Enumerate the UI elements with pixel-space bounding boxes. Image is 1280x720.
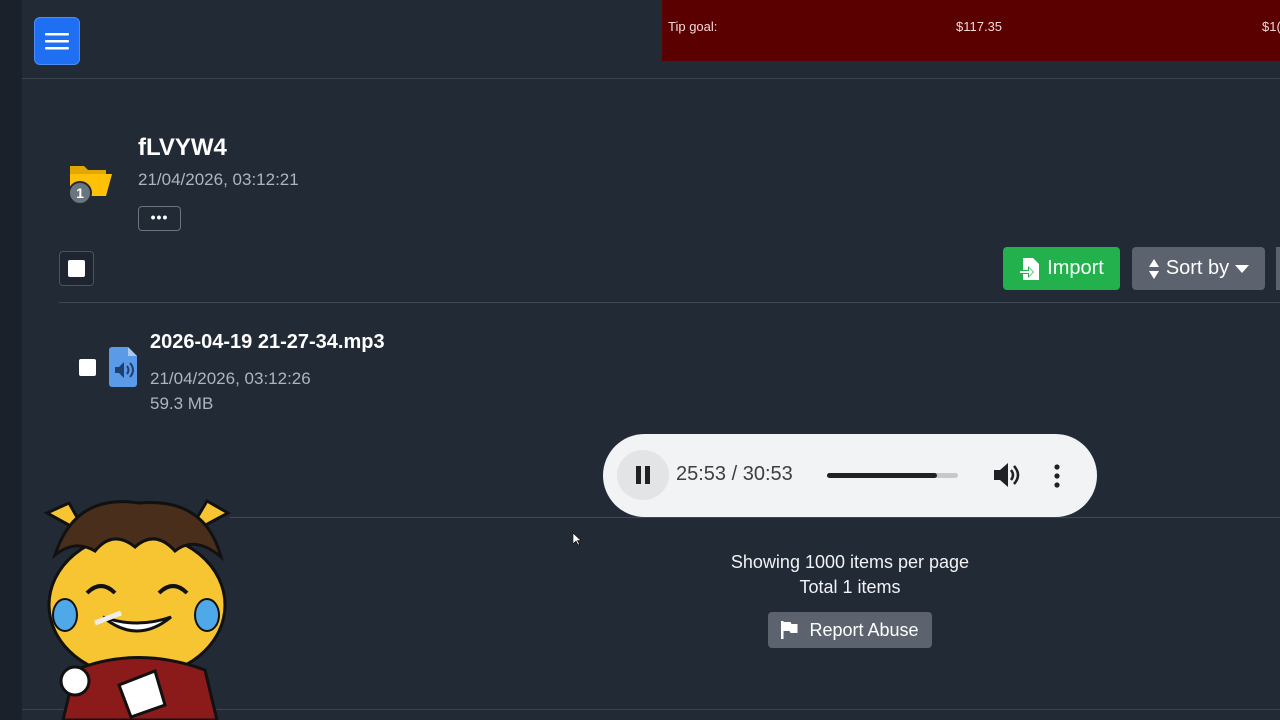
caret-down-icon xyxy=(1235,264,1250,273)
pause-icon xyxy=(636,466,650,484)
hamburger-menu-icon xyxy=(45,33,69,50)
sort-by-button[interactable]: Sort by xyxy=(1132,247,1265,290)
report-abuse-label: Report Abuse xyxy=(809,619,919,640)
section-divider xyxy=(59,302,1280,303)
tip-goal-target: $1( xyxy=(1262,19,1280,34)
select-all-checkbox[interactable] xyxy=(59,251,94,286)
sort-by-label: Sort by xyxy=(1165,257,1230,279)
tip-goal-label: Tip goal: xyxy=(668,19,718,34)
file-size: 59.3 MB xyxy=(150,394,214,413)
toolbar-extra-button[interactable] xyxy=(1276,247,1280,290)
audio-file-icon xyxy=(109,347,137,387)
file-name[interactable]: 2026-04-19 21-27-34.mp3 xyxy=(150,331,385,354)
cat-mascot-sticker xyxy=(43,498,232,720)
folder-name: fLVYW4 xyxy=(138,134,227,161)
left-edge-panel xyxy=(0,0,22,720)
folder-date: 21/04/2026, 03:12:21 xyxy=(138,170,299,189)
import-button-label: Import xyxy=(1047,257,1104,279)
tip-goal-overlay: Tip goal: $117.35 $1( xyxy=(662,0,1280,61)
menu-toggle-button[interactable] xyxy=(34,17,80,65)
folder-more-options-button[interactable]: ••• xyxy=(138,206,181,231)
select-all-checkbox-box xyxy=(68,260,85,277)
file-date: 21/04/2026, 03:12:26 xyxy=(150,369,311,388)
seek-bar-progress xyxy=(827,473,938,478)
file-import-icon xyxy=(1019,257,1040,280)
audio-player: 25:53 / 30:53 xyxy=(603,434,1097,517)
more-vertical-icon[interactable] xyxy=(1049,462,1065,490)
volume-icon[interactable] xyxy=(993,462,1021,488)
tip-goal-amount: $117.35 xyxy=(956,19,1003,34)
folder-open-icon: 1 xyxy=(68,166,112,205)
report-abuse-button[interactable]: Report Abuse xyxy=(768,612,932,648)
items-per-page-text: Showing 1000 items per page xyxy=(730,552,970,572)
file-select-checkbox[interactable] xyxy=(79,359,96,376)
list-footer-divider xyxy=(230,517,1280,518)
seek-bar[interactable] xyxy=(827,473,958,478)
flag-icon xyxy=(781,621,798,639)
folder-item-count-badge: 1 xyxy=(76,185,84,201)
total-items-text: Total 1 items xyxy=(799,577,901,597)
mouse-cursor-icon xyxy=(573,533,581,546)
sort-icon xyxy=(1148,258,1159,279)
import-button[interactable]: Import xyxy=(1003,247,1120,290)
pause-button[interactable] xyxy=(617,450,669,500)
playback-time: 25:53 / 30:53 xyxy=(676,463,793,485)
